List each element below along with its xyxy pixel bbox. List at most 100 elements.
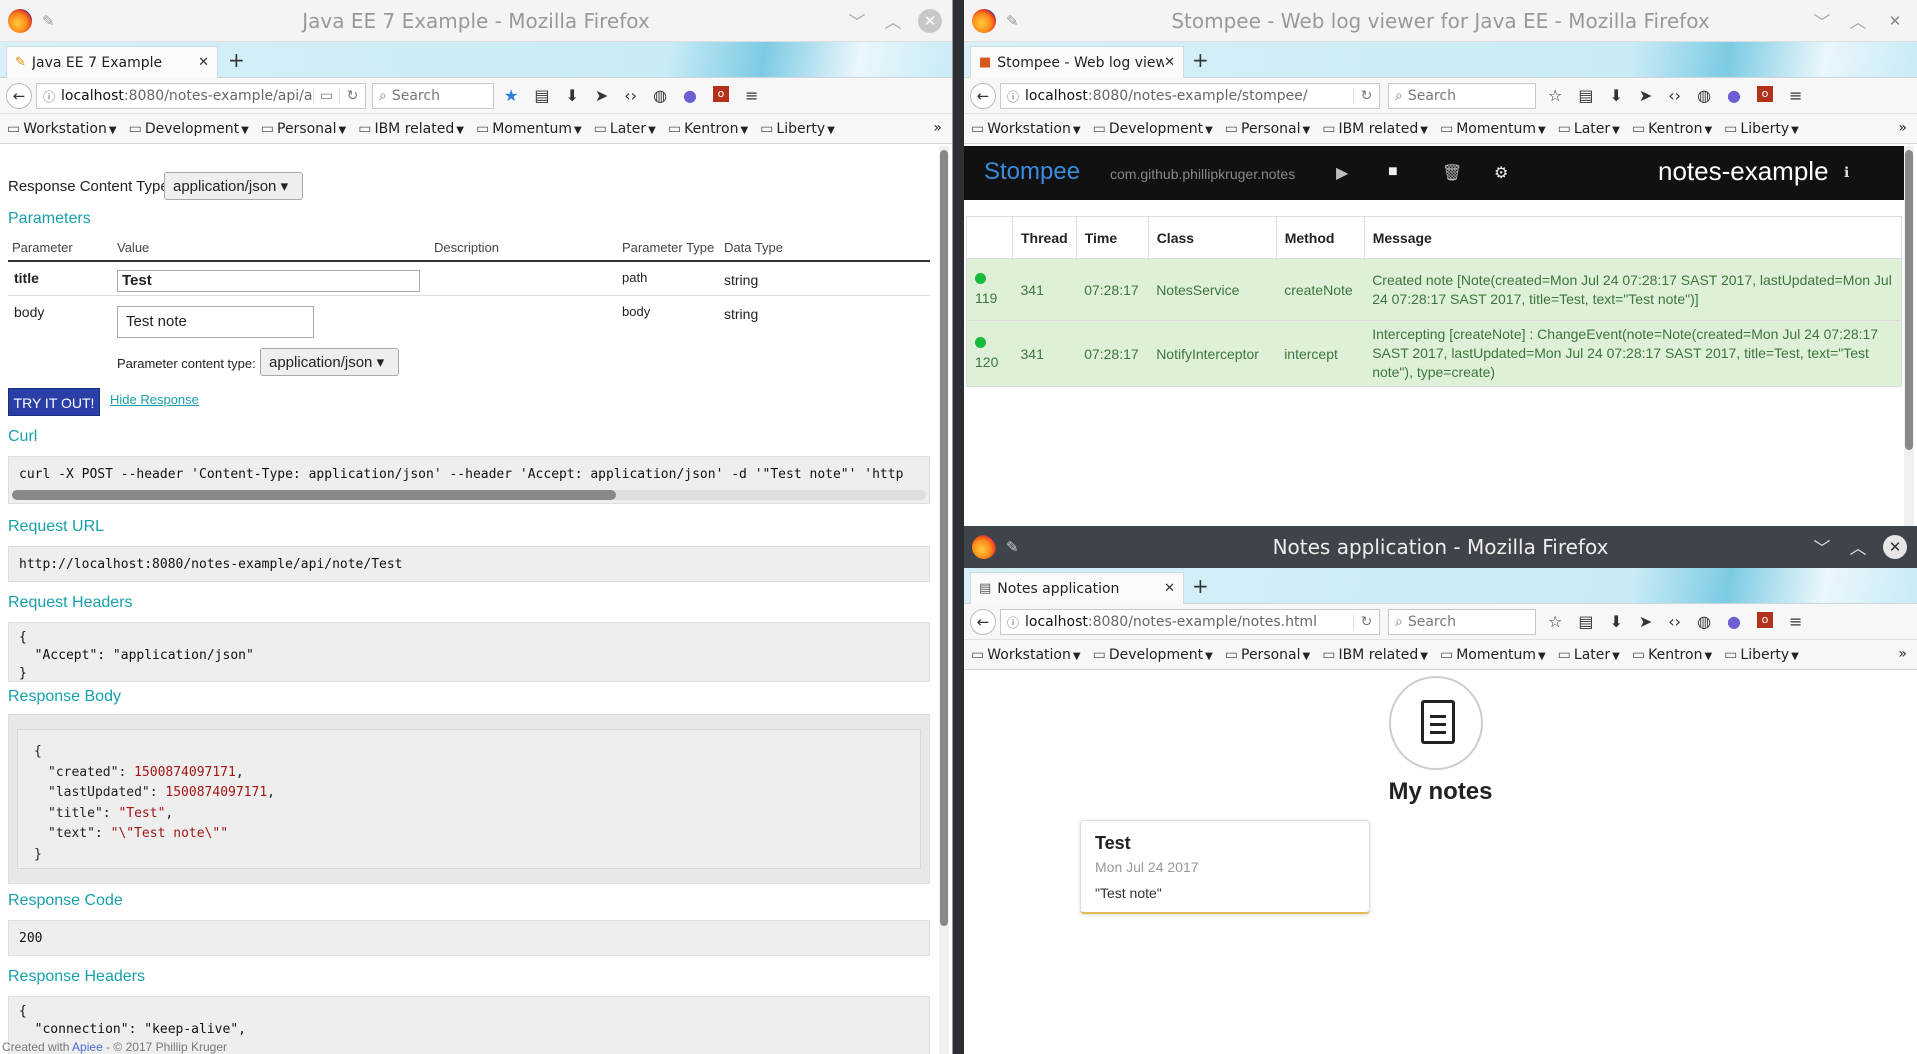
close-icon[interactable]: ✕ <box>1883 534 1907 559</box>
stompee-brand[interactable]: Stompee <box>984 158 1080 186</box>
search-input[interactable]: ⌕ Search <box>1388 609 1536 635</box>
addon-icon[interactable]: o <box>713 86 730 102</box>
bookmark-folder[interactable]: ▭ Development ▼ <box>129 121 249 137</box>
minimize-icon[interactable]: ﹀ <box>1811 534 1833 559</box>
url-bar[interactable]: ⓘ localhost:8080/notes-example/notes.htm… <box>1000 609 1380 635</box>
curl-scrollbar[interactable] <box>12 490 926 500</box>
more-bookmarks-icon[interactable]: » <box>1898 120 1907 136</box>
maximize-icon[interactable]: ︿ <box>882 8 904 33</box>
minimize-icon[interactable]: ﹀ <box>846 8 868 33</box>
new-tab-button[interactable]: + <box>228 48 245 72</box>
back-button[interactable]: ← <box>6 83 32 109</box>
search-input[interactable]: ⌕ Search <box>372 83 494 109</box>
send-icon[interactable]: ➤ <box>1639 612 1652 631</box>
more-bookmarks-icon[interactable]: » <box>933 120 942 136</box>
title-value-input[interactable]: Test <box>117 270 420 292</box>
logger-name[interactable]: com.github.phillipkruger.notes <box>1110 166 1295 182</box>
play-icon[interactable]: ▶ <box>1336 163 1348 183</box>
pin-icon[interactable]: ✎ <box>1006 12 1019 30</box>
menu-icon[interactable]: ≡ <box>1789 612 1802 631</box>
bookmark-folder[interactable]: ▭ Liberty ▼ <box>1724 647 1799 663</box>
bookmark-folder[interactable]: ▭ Kentron ▼ <box>1632 647 1712 663</box>
devtools-icon[interactable]: ‹› <box>1668 612 1681 631</box>
url-bar[interactable]: ⓘ localhost:8080/notes-example/api/apiee… <box>36 83 366 109</box>
bookmark-folder[interactable]: ▭ Later ▼ <box>1558 121 1620 137</box>
bookmark-star-icon[interactable]: ☆ <box>1548 86 1562 105</box>
bookmark-folder[interactable]: ▭ IBM related ▼ <box>1322 121 1428 137</box>
bookmark-folder[interactable]: ▭ Personal ▼ <box>1225 647 1310 663</box>
download-icon[interactable]: ⬇ <box>565 86 578 105</box>
maximize-icon[interactable]: ︿ <box>1847 8 1869 33</box>
new-tab-button[interactable]: + <box>1192 48 1209 72</box>
maximize-icon[interactable]: ︿ <box>1847 534 1869 559</box>
back-button[interactable]: ← <box>970 609 996 635</box>
info-icon[interactable]: ⓘ <box>43 88 55 105</box>
globe-icon[interactable]: ◍ <box>1697 86 1711 105</box>
param-content-type-select[interactable]: application/json ▾ <box>260 348 399 376</box>
bookmark-folder[interactable]: ▭ IBM related ▼ <box>1322 647 1428 663</box>
download-icon[interactable]: ⬇ <box>1609 612 1622 631</box>
bookmark-folder[interactable]: ▭ Workstation ▼ <box>971 647 1081 663</box>
menu-icon[interactable]: ≡ <box>745 86 758 105</box>
info-icon[interactable]: ℹ <box>1844 164 1849 181</box>
send-icon[interactable]: ➤ <box>595 86 608 105</box>
body-value-textarea[interactable]: Test note <box>117 306 314 338</box>
library-icon[interactable]: ▤ <box>1578 612 1593 631</box>
library-icon[interactable]: ▤ <box>534 86 549 105</box>
bookmark-folder[interactable]: ▭ Kentron ▼ <box>1632 121 1712 137</box>
trash-icon[interactable]: 🗑 <box>1442 163 1462 183</box>
new-tab-button[interactable]: + <box>1192 574 1209 598</box>
response-content-type-select[interactable]: application/json ▾ <box>164 172 303 200</box>
close-icon[interactable]: ✕ <box>918 8 942 33</box>
reload-icon[interactable]: ↻ <box>339 88 365 104</box>
search-input[interactable]: ⌕ Search <box>1388 83 1536 109</box>
info-icon[interactable]: ⓘ <box>1007 614 1019 631</box>
bookmark-folder[interactable]: ▭ IBM related ▼ <box>358 121 464 137</box>
tab-close-icon[interactable]: ✕ <box>1164 55 1175 70</box>
bookmark-folder[interactable]: ▭ Personal ▼ <box>261 121 346 137</box>
globe-icon[interactable]: ◍ <box>653 86 667 105</box>
info-icon[interactable]: ⓘ <box>1007 88 1019 105</box>
log-row[interactable]: 119 341 07:28:17 NotesService createNote… <box>966 258 1902 321</box>
settings-icon[interactable]: ⚙ <box>1494 163 1508 183</box>
bookmark-folder[interactable]: ▭ Development ▼ <box>1093 121 1213 137</box>
bookmark-folder[interactable]: ▭ Personal ▼ <box>1225 121 1310 137</box>
devtools-icon[interactable]: ‹› <box>1668 86 1681 105</box>
addon-icon[interactable]: o <box>1757 612 1774 628</box>
pin-icon[interactable]: ✎ <box>42 12 55 30</box>
devtools-icon[interactable]: ‹› <box>624 86 637 105</box>
download-icon[interactable]: ⬇ <box>1609 86 1622 105</box>
tab-java-ee[interactable]: ✎ Java EE 7 Example ✕ <box>6 46 218 78</box>
page-scrollbar[interactable] <box>1904 146 1914 526</box>
reload-icon[interactable]: ↻ <box>1353 614 1379 630</box>
tab-close-icon[interactable]: ✕ <box>198 55 209 70</box>
reload-icon[interactable]: ↻ <box>1353 88 1379 104</box>
apiee-link[interactable]: Apiee <box>72 1040 103 1054</box>
tab-close-icon[interactable]: ✕ <box>1164 581 1175 596</box>
extension-icon[interactable]: ● <box>683 86 697 105</box>
url-bar[interactable]: ⓘ localhost:8080/notes-example/stompee/ … <box>1000 83 1380 109</box>
send-icon[interactable]: ➤ <box>1639 86 1652 105</box>
try-it-out-button[interactable]: TRY IT OUT! <box>8 388 100 416</box>
bookmark-folder[interactable]: ▭ Workstation ▼ <box>7 121 117 137</box>
note-card[interactable]: Test Mon Jul 24 2017 "Test note" <box>1080 820 1370 914</box>
tab-stompee[interactable]: ■ Stompee - Web log view ✕ <box>970 46 1184 78</box>
bookmark-folder[interactable]: ▭ Momentum ▼ <box>476 121 582 137</box>
library-icon[interactable]: ▤ <box>1578 86 1593 105</box>
minimize-icon[interactable]: ﹀ <box>1811 8 1833 33</box>
close-icon[interactable]: ✕ <box>1883 8 1907 33</box>
menu-icon[interactable]: ≡ <box>1789 86 1802 105</box>
bookmark-folder[interactable]: ▭ Liberty ▼ <box>760 121 835 137</box>
globe-icon[interactable]: ◍ <box>1697 612 1711 631</box>
bookmark-folder[interactable]: ▭ Momentum ▼ <box>1440 121 1546 137</box>
stop-icon[interactable]: ■ <box>1388 163 1398 181</box>
back-button[interactable]: ← <box>970 83 996 109</box>
page-scrollbar[interactable] <box>939 146 949 1054</box>
bookmark-folder[interactable]: ▭ Kentron ▼ <box>668 121 748 137</box>
bookmark-folder[interactable]: ▭ Later ▼ <box>594 121 656 137</box>
extension-icon[interactable]: ● <box>1727 612 1741 631</box>
log-row[interactable]: 120 341 07:28:17 NotifyInterceptor inter… <box>966 320 1902 387</box>
bookmark-folder[interactable]: ▭ Later ▼ <box>1558 647 1620 663</box>
pin-icon[interactable]: ✎ <box>1006 538 1019 556</box>
bookmark-folder[interactable]: ▭ Liberty ▼ <box>1724 121 1799 137</box>
